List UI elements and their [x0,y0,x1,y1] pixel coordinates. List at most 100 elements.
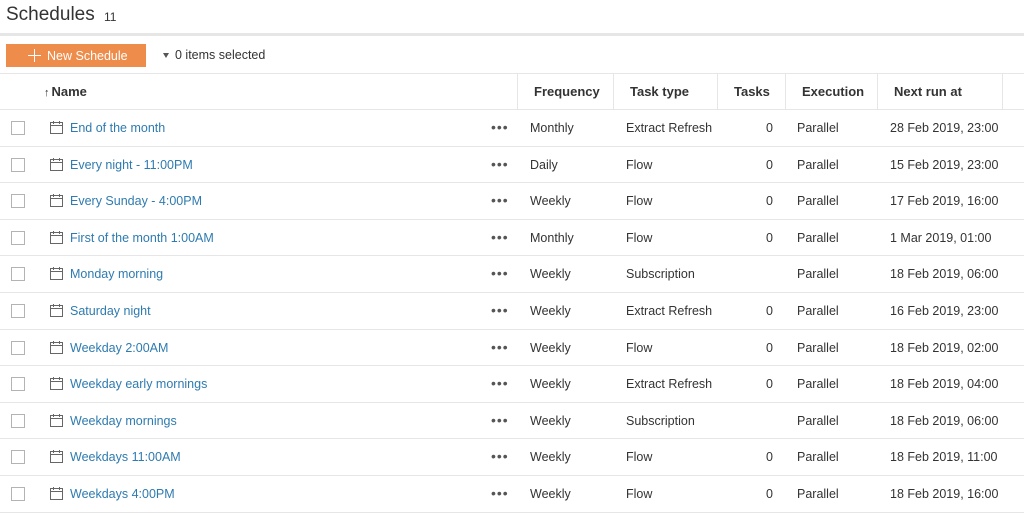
column-header-execution[interactable]: Execution [786,74,878,110]
column-header-frequency[interactable]: Frequency [518,74,614,110]
schedule-name-link[interactable]: Weekday 2:00AM [70,330,168,366]
schedule-name-link[interactable]: Every night - 11:00PM [70,147,193,183]
selection-dropdown[interactable]: 0 items selected [163,48,265,62]
page-header: Schedules 11 [0,0,1024,36]
execution-cell: Parallel [797,450,839,465]
next-run-cell: 18 Feb 2019, 11:00 [890,450,998,465]
table-row: Weekdays 11:00AM ••• Weekly Flow 0 Paral… [0,439,1024,476]
new-schedule-button[interactable]: New Schedule [6,44,146,67]
frequency-cell: Weekly [530,450,571,465]
calendar-icon [50,194,63,208]
more-actions-icon[interactable]: ••• [491,365,509,401]
task-type-cell: Flow [626,450,653,465]
execution-cell: Parallel [797,377,839,392]
calendar-icon [50,121,63,134]
execution-cell: Parallel [797,230,839,245]
caret-down-icon [163,52,169,58]
row-checkbox[interactable] [11,194,25,209]
table-row: Monday morning ••• Weekly Subscription P… [0,256,1024,293]
calendar-icon [50,450,63,464]
tasks-cell: 0 [766,303,773,318]
more-actions-icon[interactable]: ••• [491,146,509,182]
row-checkbox[interactable] [11,450,25,465]
schedule-name-link[interactable]: Weekday mornings [70,403,177,439]
row-checkbox[interactable] [11,157,25,172]
execution-cell: Parallel [797,157,839,172]
more-actions-icon[interactable]: ••• [491,292,509,328]
tasks-cell: 0 [766,377,773,392]
calendar-icon [50,377,63,391]
next-run-cell: 16 Feb 2019, 23:00 [890,303,999,318]
schedule-name-link[interactable]: End of the month [70,110,165,146]
column-header-next-run[interactable]: Next run at [878,74,1003,110]
row-checkbox[interactable] [11,340,25,355]
frequency-cell: Weekly [530,194,571,209]
table-row: Weekday mornings ••• Weekly Subscription… [0,403,1024,440]
sort-ascending-icon: ↑ [44,87,50,99]
column-header-name[interactable]: ↑ Name [0,74,518,110]
tasks-cell: 0 [766,230,773,245]
calendar-icon [50,230,63,244]
tasks-cell [718,403,773,439]
frequency-cell: Weekly [530,486,571,501]
more-actions-icon[interactable]: ••• [491,255,509,291]
table-body: End of the month ••• Monthly Extract Ref… [0,110,1024,513]
task-type-cell: Extract Refresh [626,377,713,392]
frequency-cell: Weekly [530,267,571,282]
column-header-task-type[interactable]: Task type [614,74,718,110]
next-run-cell: 18 Feb 2019, 06:00 [890,413,999,428]
more-actions-icon[interactable]: ••• [491,438,509,474]
more-actions-icon[interactable]: ••• [491,109,509,145]
more-actions-icon[interactable]: ••• [491,219,509,255]
more-actions-icon[interactable]: ••• [491,182,509,218]
more-actions-icon[interactable]: ••• [491,402,509,438]
calendar-icon [50,267,63,281]
frequency-cell: Weekly [530,413,571,428]
execution-cell: Parallel [797,303,839,318]
schedule-name-link[interactable]: Weekdays 11:00AM [70,439,181,475]
column-header-name-label: Name [51,84,87,99]
execution-cell: Parallel [797,121,839,135]
tasks-cell: 0 [766,340,773,355]
page-title: Schedules [6,4,95,25]
schedule-name-link[interactable]: First of the month 1:00AM [70,220,214,256]
schedule-name-link[interactable]: Saturday night [70,293,151,329]
table-row: End of the month ••• Monthly Extract Ref… [0,110,1024,147]
schedule-name-link[interactable]: Every Sunday - 4:00PM [70,183,202,219]
row-checkbox[interactable] [11,413,25,428]
task-type-cell: Extract Refresh [626,303,713,318]
selection-count: 0 items selected [175,48,266,62]
table-row: First of the month 1:00AM ••• Monthly Fl… [0,220,1024,257]
toolbar: New Schedule 0 items selected [0,39,1024,73]
frequency-cell: Monthly [530,121,574,135]
schedule-name-link[interactable]: Monday morning [70,256,163,292]
calendar-icon [50,486,63,500]
schedules-table: ↑ Name Frequency Task type Tasks Executio… [0,73,1024,513]
row-checkbox[interactable] [11,121,25,135]
calendar-icon [50,413,63,427]
frequency-cell: Monthly [530,230,574,245]
task-type-cell: Flow [626,157,653,172]
tasks-cell [718,256,773,292]
row-checkbox[interactable] [11,230,25,245]
calendar-icon [50,303,63,317]
more-actions-icon[interactable]: ••• [491,329,509,365]
schedule-name-link[interactable]: Weekdays 4:00PM [70,476,175,512]
row-checkbox[interactable] [11,267,25,282]
frequency-cell: Daily [530,157,558,172]
more-actions-icon[interactable]: ••• [491,475,509,511]
column-header-tasks[interactable]: Tasks [718,74,786,110]
calendar-icon [50,157,63,171]
execution-cell: Parallel [797,194,839,209]
row-checkbox[interactable] [11,377,25,392]
row-checkbox[interactable] [11,486,25,501]
tasks-cell: 0 [766,486,773,501]
schedule-name-link[interactable]: Weekday early mornings [70,366,207,402]
next-run-cell: 1 Mar 2019, 01:00 [890,230,992,245]
task-type-cell: Extract Refresh [626,121,713,135]
next-run-cell: 17 Feb 2019, 16:00 [890,194,999,209]
next-run-cell: 18 Feb 2019, 02:00 [890,340,999,355]
row-checkbox[interactable] [11,303,25,318]
frequency-cell: Weekly [530,340,571,355]
next-run-cell: 18 Feb 2019, 16:00 [890,486,999,501]
